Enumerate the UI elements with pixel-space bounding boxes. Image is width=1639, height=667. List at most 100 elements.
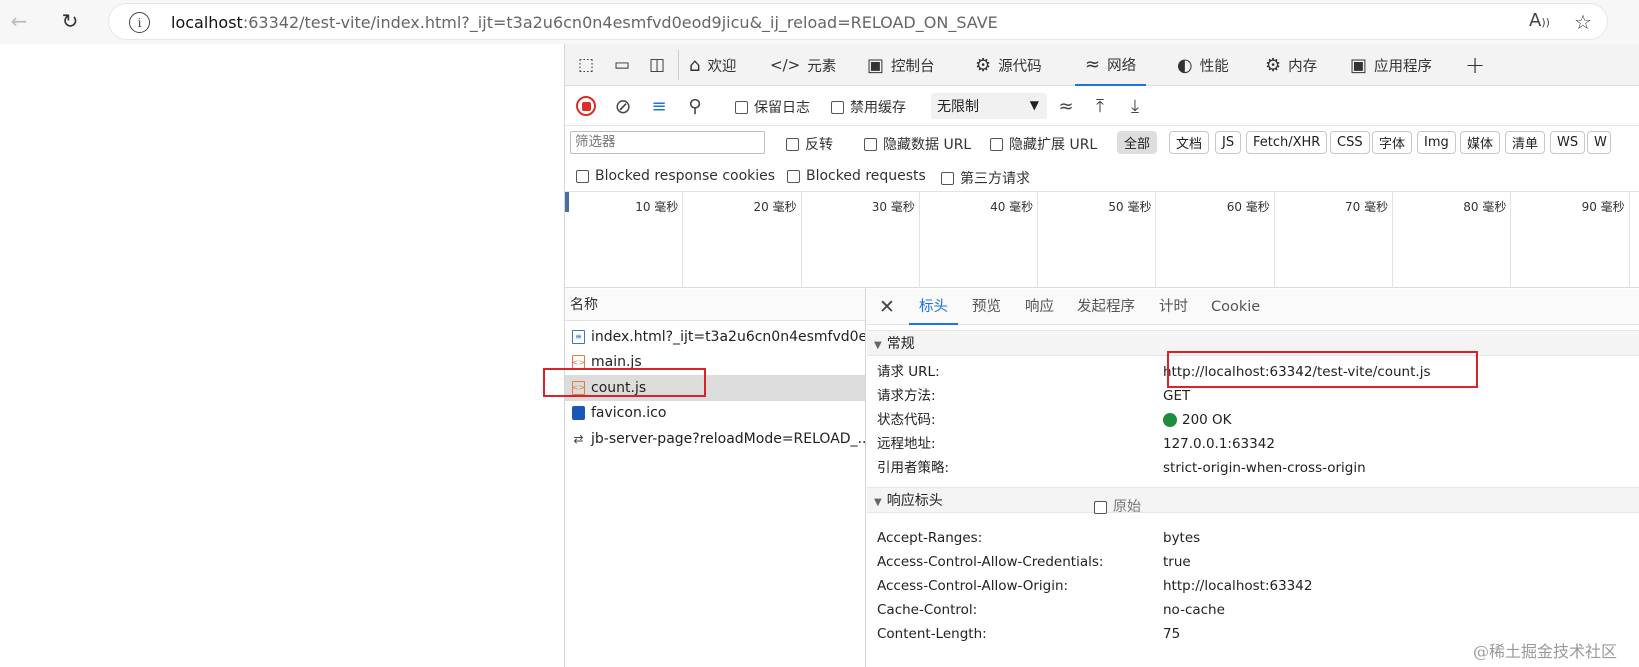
tab-elements[interactable]: </> 元素 bbox=[770, 44, 836, 86]
tab-response[interactable]: 响应 bbox=[1025, 289, 1054, 325]
filter-input[interactable]: 筛选器 bbox=[570, 131, 765, 154]
add-tab-icon[interactable]: + bbox=[1463, 51, 1487, 79]
chevron-down-icon: ▼ bbox=[1029, 98, 1039, 112]
filter-toggle-icon[interactable]: ≡ bbox=[647, 94, 671, 118]
type-filter-manifest[interactable]: 清单 bbox=[1505, 131, 1546, 154]
annotation-box-count-js bbox=[543, 368, 706, 397]
timeline-column: 30 毫秒 bbox=[802, 192, 920, 288]
bug-icon: ⚙ bbox=[975, 54, 992, 76]
preserve-log-checkbox[interactable]: 保留日志 bbox=[735, 97, 810, 117]
throttle-select[interactable]: 无限制 ▼ bbox=[931, 93, 1047, 119]
export-har-icon[interactable]: ⤓ bbox=[1123, 94, 1147, 118]
tab-cookie[interactable]: Cookie bbox=[1211, 289, 1260, 325]
home-icon: ⌂ bbox=[689, 54, 701, 76]
search-icon[interactable]: ⚲ bbox=[683, 94, 707, 118]
favicon-icon bbox=[572, 406, 585, 421]
close-icon[interactable]: ✕ bbox=[879, 296, 895, 318]
tab-performance[interactable]: ◐ 性能 bbox=[1177, 44, 1229, 86]
type-filter-doc[interactable]: 文档 bbox=[1169, 131, 1210, 154]
header-value: 127.0.0.1:63342 bbox=[1163, 436, 1275, 452]
timeline-tick-label: 50 毫秒 bbox=[1108, 200, 1152, 214]
tab-console[interactable]: ▣ 控制台 bbox=[867, 44, 935, 86]
tab-initiator[interactable]: 发起程序 bbox=[1077, 289, 1135, 325]
hide-data-url-checkbox[interactable]: 隐藏数据 URL bbox=[864, 134, 971, 154]
filter-row: 筛选器 反转 隐藏数据 URL 隐藏扩展 URL 全部 文档 JS Fetch/… bbox=[565, 126, 1639, 159]
raw-headers-checkbox[interactable]: 原始 bbox=[1094, 494, 1141, 520]
request-row[interactable]: ≡ index.html?_ijt=t3a2u6cn0n4esmfvd0e... bbox=[565, 324, 865, 350]
tab-timing[interactable]: 计时 bbox=[1159, 289, 1188, 325]
tab-welcome[interactable]: ⌂ 欢迎 bbox=[689, 44, 736, 86]
timeline-column: 60 毫秒 bbox=[1157, 192, 1275, 288]
import-har-icon[interactable]: ⤒ bbox=[1088, 94, 1112, 118]
app-icon: ▣ bbox=[1350, 54, 1368, 76]
network-timeline[interactable]: 10 毫秒 20 毫秒 30 毫秒 40 毫秒 50 毫秒 60 毫秒 70 毫秒 80 毫秒… bbox=[565, 192, 1639, 288]
tab-memory[interactable]: ⚙ 内存 bbox=[1265, 44, 1317, 86]
type-filter-css[interactable]: CSS bbox=[1330, 131, 1370, 154]
watermark: @稀土掘金技术社区 bbox=[1473, 642, 1618, 661]
timeline-column: 20 毫秒 bbox=[683, 192, 802, 288]
record-stop-icon[interactable] bbox=[576, 96, 596, 116]
type-filter-fetch[interactable]: Fetch/XHR bbox=[1246, 131, 1328, 154]
websocket-icon: ⇄ bbox=[573, 431, 584, 446]
filter-row-2: Blocked response cookies Blocked request… bbox=[565, 159, 1639, 192]
header-value: no-cache bbox=[1163, 602, 1225, 618]
type-filter-js[interactable]: JS bbox=[1215, 131, 1242, 154]
blocked-requests-checkbox[interactable]: Blocked requests bbox=[787, 168, 926, 184]
request-row[interactable]: ⇄ jb-server-page?reloadMode=RELOAD_... bbox=[565, 426, 865, 452]
header-value: 75 bbox=[1163, 626, 1181, 642]
timeline-column: 90 毫秒 bbox=[1511, 192, 1630, 288]
hide-extension-url-checkbox[interactable]: 隐藏扩展 URL bbox=[990, 134, 1097, 154]
header-key: 远程地址: bbox=[877, 436, 936, 452]
tab-sources[interactable]: ⚙ 源代码 bbox=[975, 44, 1042, 86]
section-response-headers[interactable]: ▼ 响应标头 原始 bbox=[867, 487, 1639, 515]
inspect-element-icon[interactable]: ⬚ bbox=[574, 53, 598, 77]
type-filter-media[interactable]: 媒体 bbox=[1460, 131, 1501, 154]
third-party-checkbox[interactable]: 第三方请求 bbox=[941, 168, 1030, 188]
triangle-down-icon: ▼ bbox=[874, 497, 882, 508]
clear-icon[interactable]: ⊘ bbox=[611, 94, 635, 118]
disable-cache-checkbox[interactable]: 禁用缓存 bbox=[831, 97, 906, 117]
status-ok-icon bbox=[1163, 413, 1177, 427]
header-value: http://localhost:63342 bbox=[1163, 578, 1313, 594]
column-header-name[interactable]: 名称 bbox=[565, 289, 865, 321]
tab-preview[interactable]: 预览 bbox=[972, 289, 1001, 325]
type-filter-wasm[interactable]: W bbox=[1587, 131, 1611, 154]
type-filter-all[interactable]: 全部 bbox=[1117, 131, 1158, 154]
request-list: 名称 ≡ index.html?_ijt=t3a2u6cn0n4esmfvd0e.… bbox=[565, 289, 866, 667]
invert-checkbox[interactable]: 反转 bbox=[786, 134, 833, 154]
tab-network[interactable]: ≈ 网络 bbox=[1075, 44, 1147, 86]
gauge-icon: ◐ bbox=[1177, 54, 1193, 76]
reload-icon[interactable]: ↻ bbox=[57, 8, 83, 34]
code-icon: </> bbox=[770, 56, 801, 74]
read-aloud-icon[interactable]: A)) bbox=[1529, 10, 1550, 31]
timeline-tick-label: 80 毫秒 bbox=[1463, 200, 1507, 214]
triangle-down-icon: ▼ bbox=[874, 340, 882, 351]
type-filter-img[interactable]: Img bbox=[1417, 131, 1456, 154]
document-icon: ≡ bbox=[572, 329, 585, 344]
devtools-tab-bar: ⬚ ▭ ◫ ⌂ 欢迎 </> 元素 ▣ 控制台 ⚙ 源代码 ≈ 网络 ◐ 性能 ⚙ 内存 ▣ 应… bbox=[565, 44, 1639, 86]
site-info-icon[interactable]: i bbox=[129, 12, 150, 33]
tab-application[interactable]: ▣ 应用程序 bbox=[1350, 44, 1432, 86]
back-icon[interactable]: ← bbox=[6, 8, 32, 34]
timeline-tick-label: 90 毫秒 bbox=[1581, 200, 1625, 214]
type-filter-ws[interactable]: WS bbox=[1550, 131, 1586, 154]
timeline-tick-label: 70 毫秒 bbox=[1345, 200, 1389, 214]
blocked-cookies-checkbox[interactable]: Blocked response cookies bbox=[576, 168, 775, 184]
tab-headers[interactable]: 标头 bbox=[909, 289, 958, 325]
dock-side-icon[interactable]: ◫ bbox=[645, 53, 669, 77]
network-conditions-icon[interactable]: ≈ bbox=[1054, 94, 1078, 118]
favorite-star-icon[interactable]: ☆ bbox=[1574, 10, 1592, 34]
type-filter-font[interactable]: 字体 bbox=[1372, 131, 1413, 154]
network-toolbar: ⊘ ≡ ⚲ 保留日志 禁用缓存 无限制 ▼ ≈ ⤒ ⤓ bbox=[565, 86, 1639, 126]
console-icon: ▣ bbox=[867, 54, 885, 76]
url-text[interactable]: localhost:63342/test-vite/index.html?_ij… bbox=[171, 13, 998, 32]
timeline-tick-label: 20 毫秒 bbox=[753, 200, 797, 214]
address-bar[interactable]: i localhost:63342/test-vite/index.html?_… bbox=[108, 3, 1608, 40]
header-key: Access-Control-Allow-Credentials: bbox=[877, 554, 1104, 570]
details-tab-bar: ✕ 标头 预览 响应 发起程序 计时 Cookie bbox=[867, 289, 1639, 325]
device-emulation-icon[interactable]: ▭ bbox=[610, 53, 634, 77]
request-row[interactable]: favicon.ico bbox=[565, 401, 865, 427]
request-details: ✕ 标头 预览 响应 发起程序 计时 Cookie ▼ 常规 请求 URL: ht… bbox=[867, 289, 1639, 667]
header-key: 引用者策略: bbox=[877, 460, 950, 476]
header-value: strict-origin-when-cross-origin bbox=[1163, 460, 1366, 476]
